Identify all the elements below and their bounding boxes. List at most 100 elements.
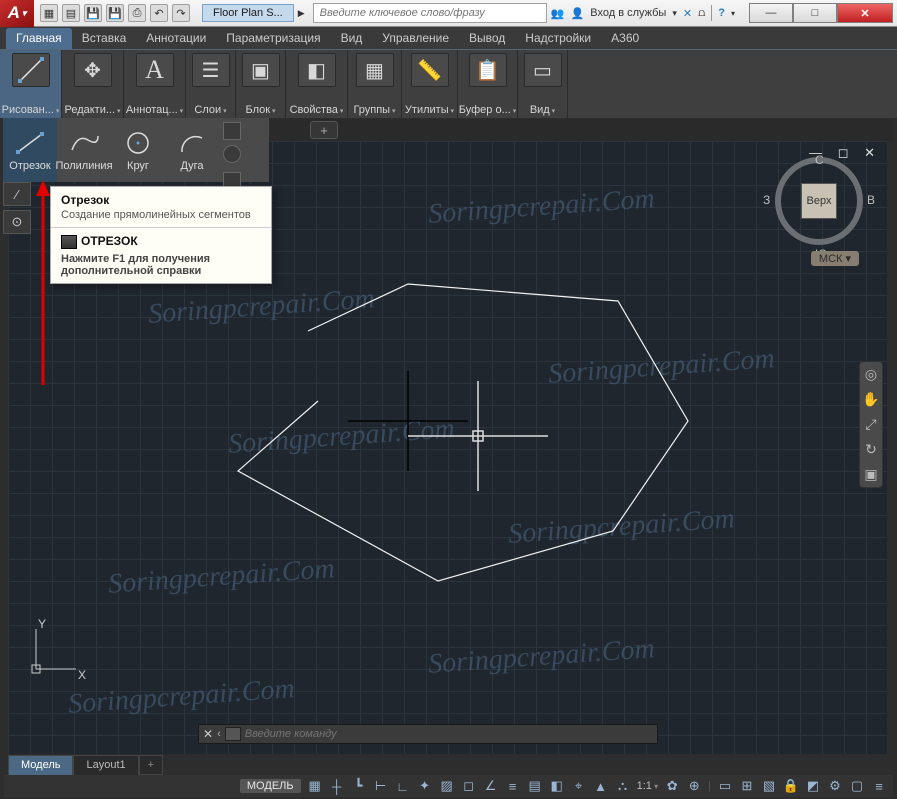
view-cube[interactable]: Верх С Ю В З — [775, 157, 863, 245]
keyword-search[interactable] — [313, 3, 547, 23]
layout-tab-model[interactable]: Модель — [8, 755, 73, 775]
cube-east[interactable]: В — [867, 193, 875, 207]
window-close[interactable]: ✕ — [837, 3, 893, 23]
tool-circle[interactable]: Круг — [111, 118, 165, 182]
nav-pan-icon[interactable]: ✋ — [862, 391, 879, 408]
layout-tab-layout1[interactable]: Layout1 — [73, 755, 138, 775]
osnap-icon[interactable]: ◻ — [461, 778, 477, 794]
user-icon[interactable]: 👤 — [571, 7, 585, 20]
polyline-icon — [66, 129, 102, 157]
panel-clipboard[interactable]: 📋 Буфер о... — [458, 50, 518, 118]
tool-line[interactable]: Отрезок — [3, 118, 57, 182]
panel-annotation[interactable]: A Аннотац... — [124, 50, 186, 118]
isolate-icon[interactable]: ◩ — [805, 778, 821, 794]
tool-line-label: Отрезок — [9, 160, 50, 172]
transparency-icon[interactable]: ▤ — [527, 778, 543, 794]
tab-output[interactable]: Вывод — [459, 28, 515, 49]
tool-arc[interactable]: Дуга — [165, 118, 219, 182]
quickprops-icon[interactable]: ▧ — [761, 778, 777, 794]
dynamic-icon[interactable]: ⊢ — [373, 778, 389, 794]
cube-north[interactable]: С — [815, 153, 824, 167]
anno-scale-icon[interactable]: ▲ — [593, 778, 609, 794]
panel-clipboard-label: Буфер о... — [459, 104, 516, 116]
tab-annotations[interactable]: Аннотации — [136, 28, 216, 49]
qat-saveas-icon[interactable]: 💾 — [106, 4, 124, 22]
customize-icon[interactable]: ≡ — [871, 778, 887, 794]
window-minimize[interactable]: — — [749, 3, 793, 23]
view-cube-face[interactable]: Верх — [801, 183, 837, 219]
grid-icon[interactable]: ▦ — [307, 778, 323, 794]
tool-polyline[interactable]: Полилиния — [57, 118, 111, 182]
panel-modify[interactable]: ✥ Редакти... — [62, 50, 124, 118]
exchange-icon[interactable]: ✕ — [683, 7, 692, 20]
lock-icon[interactable]: 🔒 — [783, 778, 799, 794]
polar-icon[interactable]: ✦ — [417, 778, 433, 794]
ws-icon[interactable]: ⊕ — [686, 778, 702, 794]
qat-save-icon[interactable]: 💾 — [84, 4, 102, 22]
panel-layers[interactable]: ☰ Слои — [186, 50, 236, 118]
autodesk-icon[interactable]: ⩍ — [698, 7, 705, 20]
command-line[interactable]: ✕ ‹ — [198, 724, 658, 744]
panel-properties[interactable]: ◧ Свойства — [286, 50, 348, 118]
panel-draw[interactable]: Рисован... — [0, 50, 62, 118]
snap-icon[interactable]: ┼ — [329, 778, 345, 794]
panel-utilities[interactable]: 📏 Утилиты — [402, 50, 458, 118]
cube-west[interactable]: З — [763, 193, 770, 207]
wcs-label[interactable]: МСК ▾ — [811, 251, 859, 266]
qat-new-icon[interactable]: ▦ — [40, 4, 58, 22]
scale-label[interactable]: 1:1 — [637, 780, 659, 792]
layout-tab-add[interactable]: + — [139, 755, 163, 775]
lineweight-icon[interactable]: ≡ — [505, 778, 521, 794]
signin-icon[interactable]: 👥 — [551, 7, 565, 20]
gear-icon[interactable]: ✿ — [664, 778, 680, 794]
nav-zoom-icon[interactable]: ⤢ — [865, 416, 876, 433]
new-doc-tab[interactable]: + — [310, 121, 338, 139]
tab-a360[interactable]: A360 — [601, 28, 649, 49]
doc-switcher-icon[interactable]: ▶ — [294, 8, 309, 19]
panel-groups[interactable]: ▦ Группы — [348, 50, 402, 118]
arc-icon — [174, 129, 210, 157]
hardware-icon[interactable]: ⚙ — [827, 778, 843, 794]
qat-undo-icon[interactable]: ↶ — [150, 4, 168, 22]
rect-icon[interactable] — [223, 122, 241, 140]
help-icon[interactable]: ? — [718, 7, 725, 19]
nav-orbit-icon[interactable]: ↻ — [865, 441, 877, 458]
circle-icon — [120, 129, 156, 157]
signin-label[interactable]: Вход в службы — [590, 7, 666, 19]
tab-addins[interactable]: Надстройки — [515, 28, 601, 49]
commandline-close-icon[interactable]: ✕ — [203, 727, 213, 741]
qat-print-icon[interactable]: ⎙ — [128, 4, 146, 22]
tab-insert[interactable]: Вставка — [72, 28, 137, 49]
nav-wheel-icon[interactable]: ◎ — [865, 366, 877, 383]
cycling-icon[interactable]: ◧ — [549, 778, 565, 794]
anno-vis-icon[interactable]: ⛬ — [615, 778, 631, 794]
units-icon[interactable]: ⊞ — [739, 778, 755, 794]
cleanscreen-icon[interactable]: ▢ — [849, 778, 865, 794]
otrack-icon[interactable]: ∠ — [483, 778, 499, 794]
monitor-icon[interactable]: ▭ — [717, 778, 733, 794]
app-logo[interactable]: A — [0, 0, 34, 27]
tab-parametric[interactable]: Параметризация — [216, 28, 330, 49]
tab-manage[interactable]: Управление — [372, 28, 459, 49]
ellipse-icon[interactable] — [223, 145, 241, 163]
commandline-input[interactable] — [245, 728, 653, 740]
infer-icon[interactable]: ┗ — [351, 778, 367, 794]
window-maximize[interactable]: □ — [793, 3, 837, 23]
anno-icon[interactable]: ⌖ — [571, 778, 587, 794]
tab-home[interactable]: Главная — [6, 28, 72, 49]
nav-showmotion-icon[interactable]: ▣ — [864, 466, 877, 483]
iso-icon[interactable]: ▨ — [439, 778, 455, 794]
tooltip: Отрезок Создание прямолинейных сегментов… — [50, 186, 272, 284]
qat-redo-icon[interactable]: ↷ — [172, 4, 190, 22]
panel-view[interactable]: ▭ Вид — [518, 50, 568, 118]
draw-panel-dropdown: Отрезок Полилиния Круг Дуга — [3, 118, 269, 182]
ortho-icon[interactable]: ∟ — [395, 778, 411, 794]
tab-view[interactable]: Вид — [331, 28, 373, 49]
keyword-input[interactable] — [313, 3, 547, 23]
mini-point-icon[interactable]: ⊙ — [3, 210, 31, 234]
status-model[interactable]: МОДЕЛЬ — [240, 779, 301, 793]
commandline-history-icon[interactable]: ‹ — [217, 728, 221, 740]
qat-open-icon[interactable]: ▤ — [62, 4, 80, 22]
mini-line-icon[interactable]: ∕ — [3, 182, 31, 206]
panel-block[interactable]: ▣ Блок — [236, 50, 286, 118]
